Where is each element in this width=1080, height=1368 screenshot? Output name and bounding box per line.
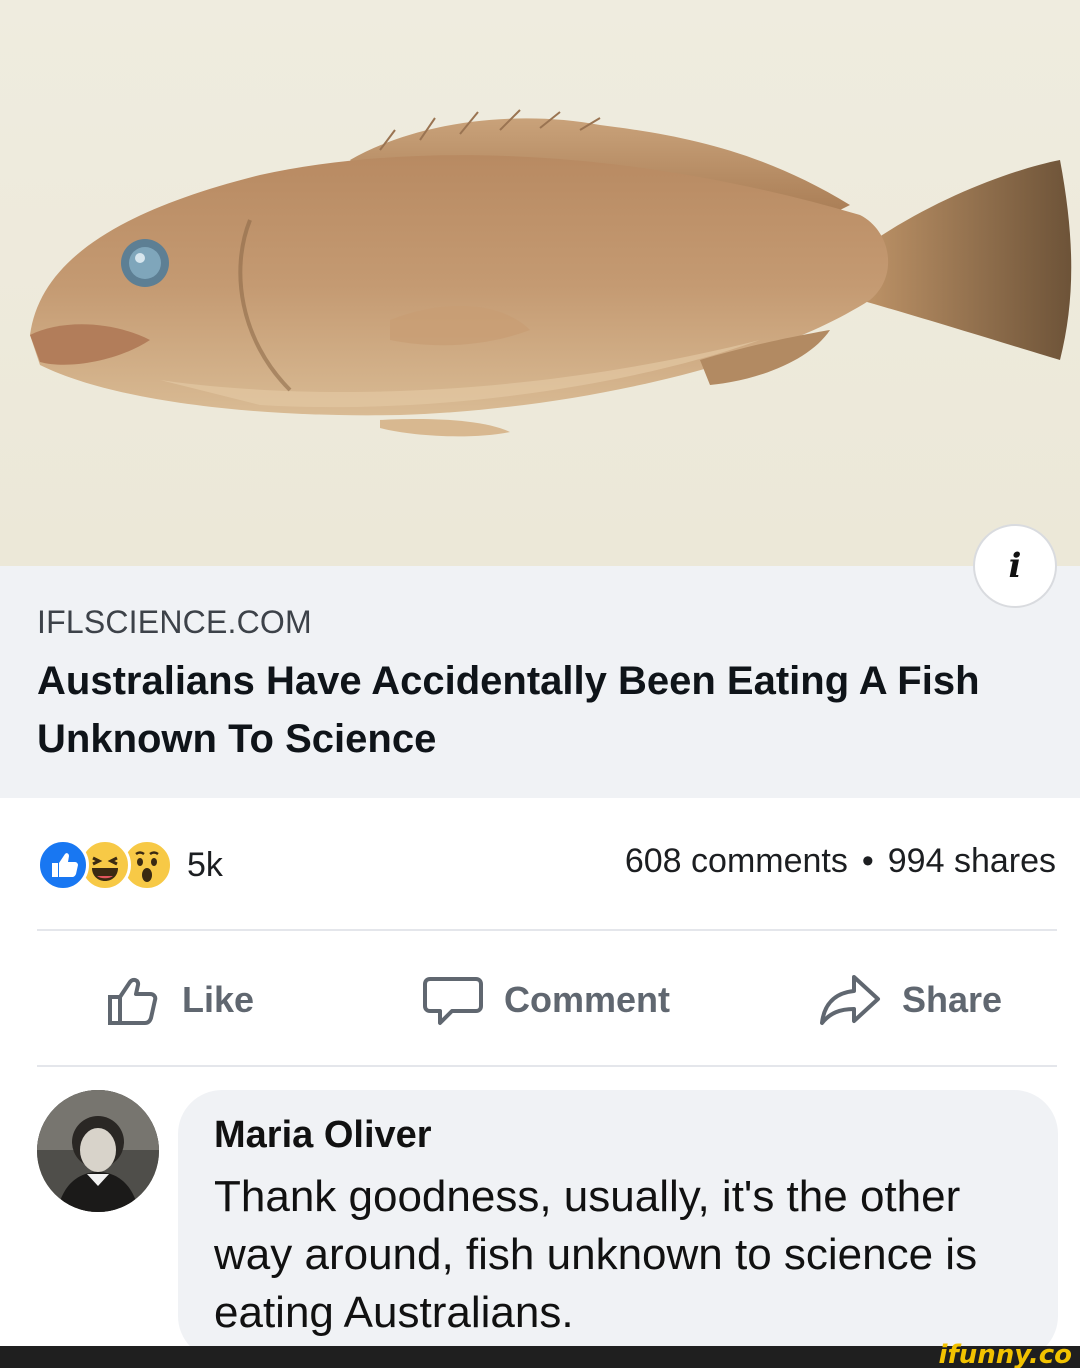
comment-button[interactable]: Comment xyxy=(422,968,670,1032)
comment-label: Comment xyxy=(504,979,671,1020)
watermark: ifunny.co xyxy=(938,1340,1072,1368)
share-button[interactable]: Share xyxy=(818,968,1002,1032)
comment-author[interactable]: Maria Oliver xyxy=(214,1114,432,1157)
stats-separator: • xyxy=(861,842,874,880)
avatar[interactable] xyxy=(37,1090,159,1212)
post-image[interactable] xyxy=(0,0,1080,566)
share-label: Share xyxy=(902,979,1003,1020)
link-headline[interactable]: Australians Have Accidentally Been Eatin… xyxy=(37,652,1037,768)
fish-illustration xyxy=(30,109,1072,437)
reactions-summary[interactable]: 5k xyxy=(37,838,223,892)
like-button[interactable]: Like xyxy=(104,968,254,1032)
comment-text: Thank goodness, usually, it's the other … xyxy=(214,1172,978,1337)
share-arrow-icon xyxy=(820,975,880,1025)
thumbs-up-icon xyxy=(108,977,158,1025)
reaction-count: 5k xyxy=(187,845,223,884)
engagement-stats: 608 comments • 994 shares xyxy=(625,842,1056,881)
bottom-bar xyxy=(0,1346,1080,1368)
like-label: Like xyxy=(182,979,255,1020)
divider xyxy=(37,929,1057,931)
info-icon[interactable]: i xyxy=(973,524,1057,608)
divider xyxy=(37,1065,1057,1067)
shares-count[interactable]: 994 shares xyxy=(888,842,1056,881)
like-reaction-icon xyxy=(37,839,89,891)
comments-count[interactable]: 608 comments xyxy=(625,842,848,881)
link-domain: IFLSCIENCE.COM xyxy=(37,604,312,640)
comment-icon xyxy=(423,977,483,1025)
